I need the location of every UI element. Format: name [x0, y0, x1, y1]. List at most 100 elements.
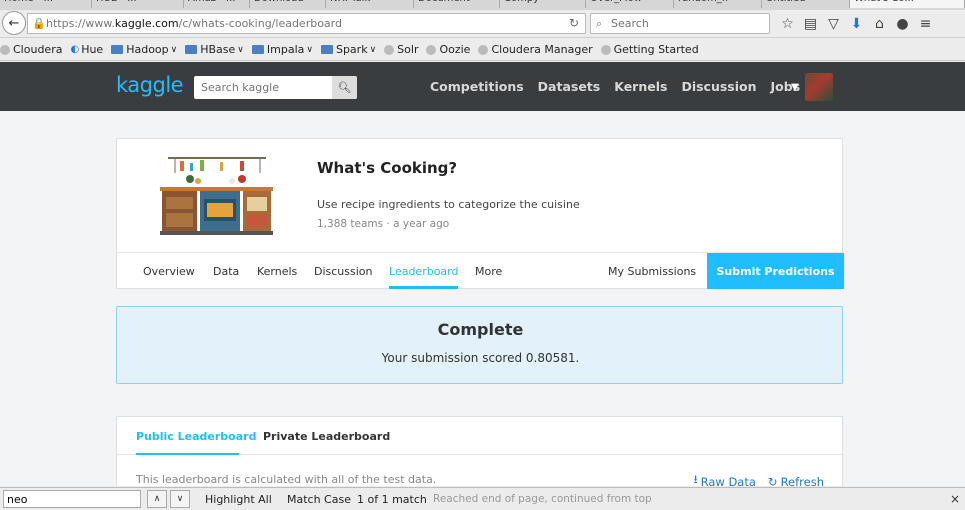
home-icon[interactable]: ⌂: [868, 14, 891, 34]
back-button[interactable]: ←: [2, 11, 26, 35]
bookmark-star-icon[interactable]: ☆: [776, 14, 799, 34]
browser-tab[interactable]: Download: [250, 0, 326, 8]
chevron-down-icon: ∨: [306, 44, 313, 55]
chevron-down-icon: ∨: [369, 44, 377, 55]
url-text: https://www.kaggle.com/c/whats-cooking/l…: [46, 17, 342, 30]
chevron-down-icon: ∨: [176, 494, 184, 504]
browser-tab[interactable]: HUE - ...: [92, 0, 184, 8]
chat-icon[interactable]: ●: [891, 14, 914, 34]
tab-data[interactable]: Data: [213, 265, 239, 278]
my-submissions-link[interactable]: My Submissions: [608, 265, 696, 278]
browser-tab-active[interactable]: What's Co...: [850, 0, 965, 8]
find-next-button[interactable]: ∨: [170, 490, 190, 508]
leaderboard-actions: ⭳ Raw Data ↻ Refresh: [694, 472, 824, 486]
bookmark-cloudera[interactable]: Cloudera: [0, 43, 62, 56]
folder-icon: [185, 45, 198, 54]
bookmark-label: HBase: [200, 43, 236, 56]
back-arrow-icon: ←: [8, 15, 20, 31]
tab-public-leaderboard[interactable]: Public Leaderboard: [136, 430, 256, 443]
bookmark-label: Oozie: [439, 43, 471, 56]
menu-icon[interactable]: ≡: [914, 14, 937, 34]
match-case-toggle[interactable]: Match Case: [287, 493, 351, 506]
competition-title: What's Cooking?: [317, 159, 458, 177]
tab-private-leaderboard[interactable]: Private Leaderboard: [263, 430, 390, 443]
refresh-label: Refresh: [780, 474, 824, 487]
nav-kernels[interactable]: Kernels: [614, 79, 667, 94]
chevron-down-icon: ∨: [170, 44, 178, 55]
kaggle-search-input[interactable]: [194, 76, 332, 99]
leaderboard-note: This leaderboard is calculated with all …: [136, 473, 437, 486]
competition-tabs: Overview Data Kernels Discussion Leaderb…: [117, 252, 844, 289]
bookmark-folder-spark[interactable]: Spark ∨: [320, 43, 377, 56]
find-previous-button[interactable]: ∧: [147, 490, 167, 508]
browser-tab[interactable]: Compy: [500, 0, 586, 8]
bookmark-oozie[interactable]: Oozie: [426, 43, 470, 56]
active-tab-indicator: [136, 453, 239, 455]
bookmark-folder-impala[interactable]: Impala ∨: [251, 43, 313, 56]
refresh-link[interactable]: ↻ Refresh: [768, 472, 824, 487]
browser-tab[interactable]: Untitled: [762, 0, 850, 8]
find-input[interactable]: [3, 490, 141, 508]
tab-overview[interactable]: Overview: [143, 265, 195, 278]
globe-icon: [0, 44, 10, 55]
search-icon: ⌕: [596, 17, 603, 30]
url-bar[interactable]: 🔒 https://www.kaggle.com/c/whats-cooking…: [27, 13, 586, 34]
tab-kernels[interactable]: Kernels: [257, 265, 297, 278]
bookmark-hue[interactable]: ◐ Hue: [70, 43, 103, 56]
competition-meta: 1,388 teams · a year ago: [317, 218, 450, 230]
download-icon[interactable]: ⬇: [845, 14, 868, 34]
lock-icon: 🔒: [32, 17, 46, 30]
browser-tab[interactable]: Document: [414, 0, 500, 8]
kaggle-search-button[interactable]: 🔍︎: [332, 76, 357, 99]
browser-tab[interactable]: Home - ...: [0, 0, 92, 8]
browser-tab[interactable]: N.Y. Talk: [326, 0, 414, 8]
user-menu[interactable]: ▼: [791, 73, 833, 101]
page-viewport: kaggle 🔍︎ Competitions Datasets Kernels …: [0, 62, 965, 486]
browser-tab[interactable]: Over_Flow: [586, 0, 674, 8]
pocket-icon[interactable]: ▽: [822, 14, 845, 34]
tab-more[interactable]: More: [475, 265, 502, 278]
browser-search-box[interactable]: ⌕: [590, 13, 770, 34]
hue-icon: ◐: [70, 44, 80, 55]
browser-search-input[interactable]: [611, 16, 761, 31]
close-icon[interactable]: ×: [950, 492, 960, 506]
find-bar: ∧ ∨ Highlight All Match Case 1 of 1 matc…: [0, 487, 965, 510]
tab-leaderboard[interactable]: Leaderboard: [389, 265, 458, 278]
bookmark-folder-hadoop[interactable]: Hadoop ∨: [111, 43, 177, 56]
bookmark-label: Cloudera: [13, 43, 63, 56]
globe-icon: [600, 44, 611, 55]
find-status: Reached end of page, continued from top: [433, 493, 652, 505]
folder-icon: [111, 45, 124, 54]
search-icon: 🔍︎: [337, 81, 352, 94]
bookmark-cloudera-manager[interactable]: Cloudera Manager: [478, 43, 593, 56]
bookmark-solr[interactable]: Solr: [384, 43, 418, 56]
bookmark-label: Hadoop: [126, 43, 169, 56]
caret-down-icon: ▼: [791, 81, 799, 93]
globe-icon: [426, 44, 437, 55]
raw-data-link[interactable]: ⭳ Raw Data: [694, 472, 756, 486]
submit-predictions-button[interactable]: Submit Predictions: [707, 253, 844, 289]
url-path: /c/whats-cooking/leaderboard: [178, 17, 342, 30]
kitchen-illustration: [160, 157, 273, 235]
bookmark-getting-started[interactable]: Getting Started: [600, 43, 699, 56]
kaggle-logo[interactable]: kaggle: [116, 73, 184, 97]
kaggle-search-box: 🔍︎: [194, 76, 357, 99]
nav-competitions[interactable]: Competitions: [430, 79, 524, 94]
complete-heading: Complete: [437, 320, 524, 339]
nav-datasets[interactable]: Datasets: [538, 79, 601, 94]
bookmark-folder-hbase[interactable]: HBase ∨: [185, 43, 244, 56]
url-prefix: https://www.: [46, 17, 115, 30]
url-domain: kaggle.com: [114, 17, 179, 30]
avatar[interactable]: [804, 73, 833, 101]
browser-tab[interactable]: random_fl: [674, 0, 762, 8]
competition-card: What's Cooking? Use recipe ingredients t…: [116, 138, 844, 289]
bookmark-label: Impala: [266, 43, 305, 56]
browser-tab[interactable]: Amaz - ...: [184, 0, 250, 8]
reload-icon[interactable]: ↻: [569, 16, 579, 30]
reading-list-icon[interactable]: ▤: [799, 14, 822, 34]
globe-icon: [384, 44, 395, 55]
toolbar-icons: ☆ ▤ ▽ ⬇ ⌂ ● ≡: [776, 14, 937, 34]
highlight-all-toggle[interactable]: Highlight All: [205, 493, 272, 506]
nav-discussion[interactable]: Discussion: [681, 79, 756, 94]
tab-discussion[interactable]: Discussion: [314, 265, 373, 278]
